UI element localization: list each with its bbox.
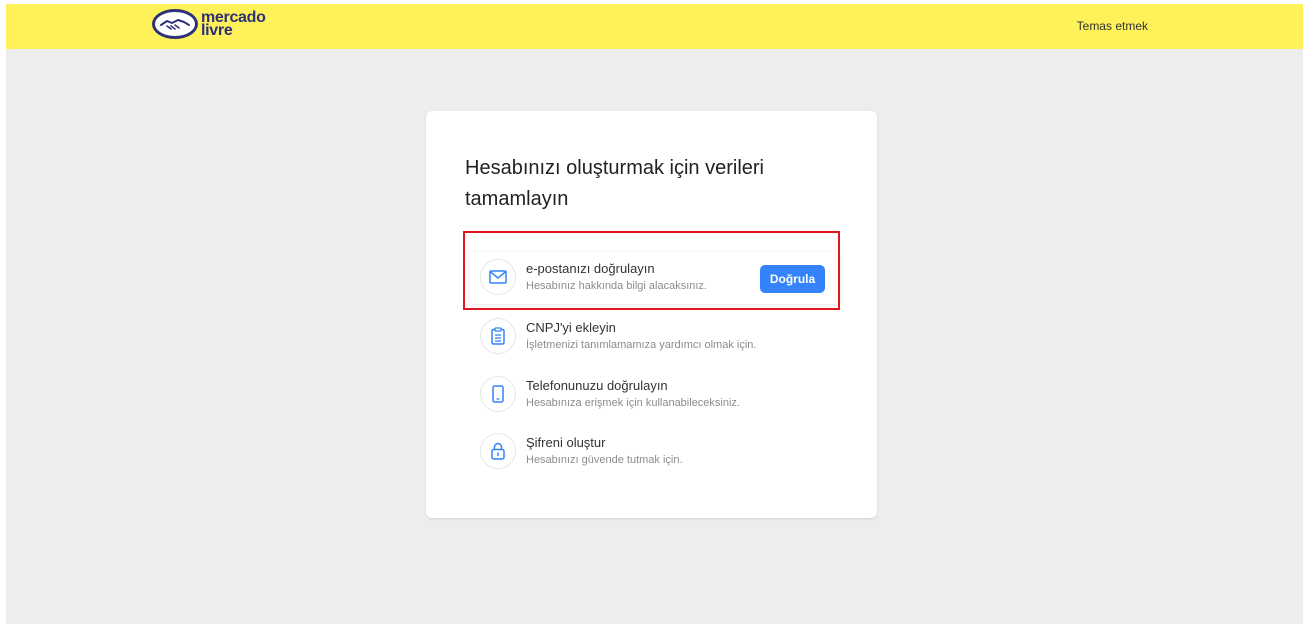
clipboard-icon — [480, 318, 516, 354]
mercado-livre-logo[interactable]: mercado livre — [152, 8, 266, 40]
step-description: Hesabınız hakkında bilgi alacaksınız. — [526, 280, 707, 292]
verify-button[interactable]: Doğrula — [760, 265, 825, 293]
envelope-icon — [480, 259, 516, 295]
header-bar: mercado livre Temas etmek — [6, 4, 1303, 49]
step-description: İşletmenizi tanımlamamıza yardımcı olmak… — [526, 339, 757, 351]
logo-wordmark: mercado livre — [201, 10, 266, 39]
step-verify-phone[interactable]: Telefonunuzu doğrulayın Hesabınıza erişm… — [470, 369, 840, 421]
step-add-cnpj[interactable]: CNPJ'yi ekleyin İşletmenizi tanımlamamız… — [470, 311, 840, 363]
signup-card: Hesabınızı oluşturmak için verileri tama… — [426, 111, 877, 518]
lock-icon — [480, 433, 516, 469]
page-frame: mercado livre Temas etmek Hesabınızı olu… — [6, 4, 1303, 624]
step-create-password[interactable]: Şifreni oluştur Hesabınızı güvende tutma… — [470, 426, 840, 478]
phone-icon — [480, 376, 516, 412]
step-title: CNPJ'yi ekleyin — [526, 320, 616, 335]
handshake-icon — [152, 9, 198, 39]
step-description: Hesabınıza erişmek için kullanabileceksi… — [526, 397, 740, 409]
step-description: Hesabınızı güvende tutmak için. — [526, 454, 683, 466]
card-title: Hesabınızı oluşturmak için verileri tama… — [465, 157, 764, 210]
step-title: Telefonunuzu doğrulayın — [526, 378, 668, 393]
step-title: e-postanızı doğrulayın — [526, 261, 655, 276]
contact-link[interactable]: Temas etmek — [1077, 19, 1148, 33]
step-verify-email[interactable]: e-postanızı doğrulayın Hesabınız hakkınd… — [470, 252, 840, 304]
step-title: Şifreni oluştur — [526, 435, 606, 450]
